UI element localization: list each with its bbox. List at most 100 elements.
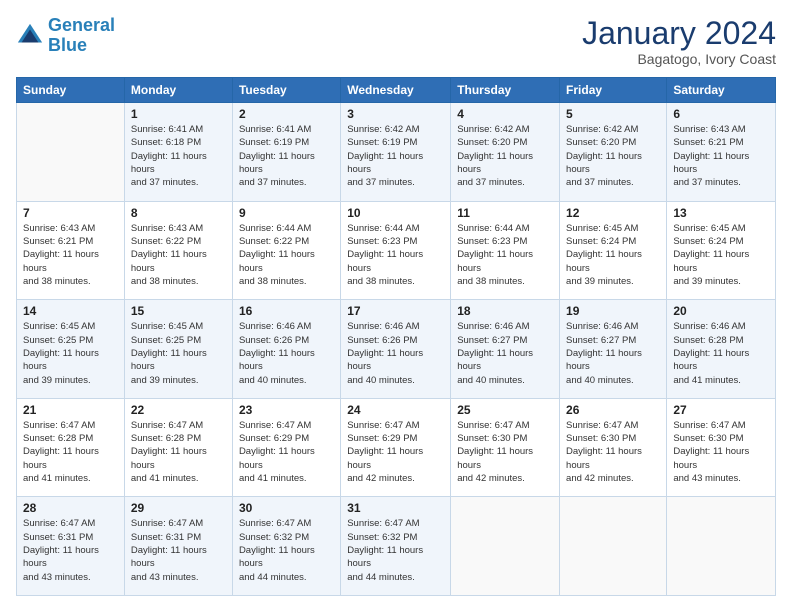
day-number: 11 [457,206,553,220]
day-number: 14 [23,304,118,318]
weekday-header-thursday: Thursday [451,78,560,103]
day-info: Sunrise: 6:43 AMSunset: 6:22 PMDaylight:… [131,222,226,288]
day-cell: 27 Sunrise: 6:47 AMSunset: 6:30 PMDayligh… [667,398,776,497]
day-cell: 30 Sunrise: 6:47 AMSunset: 6:32 PMDayligh… [232,497,340,596]
day-cell: 12Sunrise: 6:45 AMSunset: 6:24 PMDayligh… [560,201,667,300]
day-cell: 26Sunrise: 6:47 AMSunset: 6:30 PMDayligh… [560,398,667,497]
weekday-header-tuesday: Tuesday [232,78,340,103]
day-number: 7 [23,206,118,220]
day-number: 13 [673,206,769,220]
day-number: 25 [457,403,553,417]
day-cell: 23 Sunrise: 6:47 AMSunset: 6:29 PMDayligh… [232,398,340,497]
day-info: Sunrise: 6:47 AMSunset: 6:31 PMDaylight:… [23,517,118,583]
day-number: 30 [239,501,334,515]
day-info: Sunrise: 6:47 AMSunset: 6:32 PMDaylight:… [347,517,444,583]
day-number: 27 [673,403,769,417]
day-number: 21 [23,403,118,417]
week-row-4: 21 Sunrise: 6:47 AMSunset: 6:28 PMDayligh… [17,398,776,497]
day-info: Sunrise: 6:43 AMSunset: 6:21 PMDaylight:… [673,123,769,189]
day-number: 9 [239,206,334,220]
day-info: Sunrise: 6:41 AMSunset: 6:18 PMDaylight:… [131,123,226,189]
day-number: 31 [347,501,444,515]
week-row-1: 1Sunrise: 6:41 AMSunset: 6:18 PMDaylight… [17,103,776,202]
day-number: 10 [347,206,444,220]
week-row-2: 7 Sunrise: 6:43 AMSunset: 6:21 PMDaylight… [17,201,776,300]
day-info: Sunrise: 6:47 AMSunset: 6:31 PMDaylight:… [131,517,226,583]
day-info: Sunrise: 6:47 AMSunset: 6:28 PMDaylight:… [23,419,118,485]
day-info: Sunrise: 6:44 AMSunset: 6:23 PMDaylight:… [457,222,553,288]
day-number: 8 [131,206,226,220]
weekday-header-friday: Friday [560,78,667,103]
day-info: Sunrise: 6:44 AMSunset: 6:23 PMDaylight:… [347,222,444,288]
location: Bagatogo, Ivory Coast [582,51,776,67]
day-info: Sunrise: 6:47 AMSunset: 6:30 PMDaylight:… [457,419,553,485]
day-number: 23 [239,403,334,417]
day-number: 2 [239,107,334,121]
day-info: Sunrise: 6:44 AMSunset: 6:22 PMDaylight:… [239,222,334,288]
day-info: Sunrise: 6:42 AMSunset: 6:20 PMDaylight:… [457,123,553,189]
day-info: Sunrise: 6:47 AMSunset: 6:30 PMDaylight:… [673,419,769,485]
day-cell: 2 Sunrise: 6:41 AMSunset: 6:19 PMDaylight… [232,103,340,202]
day-info: Sunrise: 6:42 AMSunset: 6:20 PMDaylight:… [566,123,660,189]
day-cell: 19Sunrise: 6:46 AMSunset: 6:27 PMDayligh… [560,300,667,399]
day-cell: 21 Sunrise: 6:47 AMSunset: 6:28 PMDayligh… [17,398,125,497]
day-number: 6 [673,107,769,121]
day-cell: 3Sunrise: 6:42 AMSunset: 6:19 PMDaylight… [341,103,451,202]
day-cell: 1Sunrise: 6:41 AMSunset: 6:18 PMDaylight… [124,103,232,202]
weekday-header-monday: Monday [124,78,232,103]
day-info: Sunrise: 6:45 AMSunset: 6:24 PMDaylight:… [673,222,769,288]
day-cell [17,103,125,202]
day-info: Sunrise: 6:46 AMSunset: 6:27 PMDaylight:… [457,320,553,386]
day-number: 22 [131,403,226,417]
day-number: 29 [131,501,226,515]
day-number: 12 [566,206,660,220]
day-info: Sunrise: 6:45 AMSunset: 6:25 PMDaylight:… [131,320,226,386]
weekday-header-saturday: Saturday [667,78,776,103]
day-cell: 31 Sunrise: 6:47 AMSunset: 6:32 PMDayligh… [341,497,451,596]
day-number: 20 [673,304,769,318]
day-info: Sunrise: 6:46 AMSunset: 6:28 PMDaylight:… [673,320,769,386]
day-number: 17 [347,304,444,318]
day-cell: 9 Sunrise: 6:44 AMSunset: 6:22 PMDaylight… [232,201,340,300]
day-cell: 18Sunrise: 6:46 AMSunset: 6:27 PMDayligh… [451,300,560,399]
day-cell: 15Sunrise: 6:45 AMSunset: 6:25 PMDayligh… [124,300,232,399]
day-info: Sunrise: 6:45 AMSunset: 6:25 PMDaylight:… [23,320,118,386]
day-number: 28 [23,501,118,515]
day-cell: 24Sunrise: 6:47 AMSunset: 6:29 PMDayligh… [341,398,451,497]
day-info: Sunrise: 6:43 AMSunset: 6:21 PMDaylight:… [23,222,118,288]
day-cell: 5Sunrise: 6:42 AMSunset: 6:20 PMDaylight… [560,103,667,202]
day-cell: 16Sunrise: 6:46 AMSunset: 6:26 PMDayligh… [232,300,340,399]
month-title: January 2024 [582,16,776,51]
day-cell: 8 Sunrise: 6:43 AMSunset: 6:22 PMDaylight… [124,201,232,300]
day-cell: 22 Sunrise: 6:47 AMSunset: 6:28 PMDayligh… [124,398,232,497]
day-info: Sunrise: 6:42 AMSunset: 6:19 PMDaylight:… [347,123,444,189]
title-block: January 2024 Bagatogo, Ivory Coast [582,16,776,67]
day-cell: 10 Sunrise: 6:44 AMSunset: 6:23 PMDayligh… [341,201,451,300]
day-cell [451,497,560,596]
day-info: Sunrise: 6:41 AMSunset: 6:19 PMDaylight:… [239,123,334,189]
day-cell: 11 Sunrise: 6:44 AMSunset: 6:23 PMDayligh… [451,201,560,300]
week-row-5: 28 Sunrise: 6:47 AMSunset: 6:31 PMDayligh… [17,497,776,596]
day-cell: 29 Sunrise: 6:47 AMSunset: 6:31 PMDayligh… [124,497,232,596]
logo: General Blue [16,16,115,56]
page: General Blue January 2024 Bagatogo, Ivor… [0,0,792,612]
day-info: Sunrise: 6:47 AMSunset: 6:29 PMDaylight:… [239,419,334,485]
logo-text: General Blue [48,16,115,56]
weekday-header-wednesday: Wednesday [341,78,451,103]
day-cell: 14 Sunrise: 6:45 AMSunset: 6:25 PMDayligh… [17,300,125,399]
day-cell: 6 Sunrise: 6:43 AMSunset: 6:21 PMDaylight… [667,103,776,202]
weekday-header-sunday: Sunday [17,78,125,103]
day-cell: 4Sunrise: 6:42 AMSunset: 6:20 PMDaylight… [451,103,560,202]
day-info: Sunrise: 6:46 AMSunset: 6:26 PMDaylight:… [239,320,334,386]
day-cell: 17Sunrise: 6:46 AMSunset: 6:26 PMDayligh… [341,300,451,399]
day-cell: 13 Sunrise: 6:45 AMSunset: 6:24 PMDayligh… [667,201,776,300]
day-info: Sunrise: 6:47 AMSunset: 6:28 PMDaylight:… [131,419,226,485]
day-info: Sunrise: 6:47 AMSunset: 6:32 PMDaylight:… [239,517,334,583]
logo-icon [16,22,44,50]
week-row-3: 14 Sunrise: 6:45 AMSunset: 6:25 PMDayligh… [17,300,776,399]
day-info: Sunrise: 6:46 AMSunset: 6:27 PMDaylight:… [566,320,660,386]
day-cell [667,497,776,596]
day-number: 24 [347,403,444,417]
calendar-table: SundayMondayTuesdayWednesdayThursdayFrid… [16,77,776,596]
day-number: 26 [566,403,660,417]
